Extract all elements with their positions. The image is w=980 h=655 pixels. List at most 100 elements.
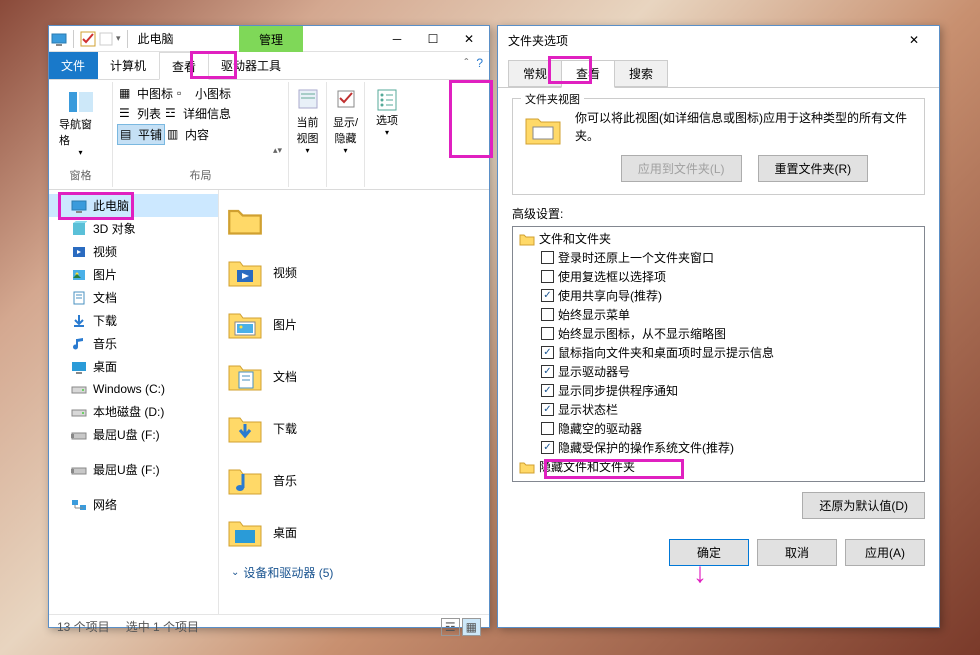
checkbox-checked-icon[interactable]: ✓ [541,365,554,378]
folder-item-picture[interactable]: 图片 [223,298,485,350]
ok-button[interactable]: 确定 [669,539,749,566]
video-icon [71,244,87,260]
tree-item-drive[interactable]: Windows (C:) [49,378,218,400]
folder-view-group: 文件夹视图 你可以将此视图(如详细信息或图标)应用于这种类型的所有文件夹。 应用… [512,98,925,195]
list-btn[interactable]: ☰列表 [117,104,163,123]
setting-item[interactable]: ✓ 显示同步提供程序通知 [515,381,922,400]
setting-item[interactable]: ✓ 鼠标指向文件夹和桌面项时显示提示信息 [515,343,922,362]
medium-icons-btn[interactable]: ▦中图标 [117,84,175,103]
tree-item-network[interactable]: 网络 [49,493,218,516]
checkbox-checked-icon[interactable]: ✓ [541,403,554,416]
folder-item-video[interactable]: 视频 [223,246,485,298]
checkbox-checked-icon[interactable]: ✓ [541,346,554,359]
dlg-tab-view[interactable]: 查看 [561,60,615,88]
help-icon[interactable]: ? [476,56,483,70]
blank-icon[interactable] [98,31,114,47]
apply-button[interactable]: 应用(A) [845,539,925,566]
tree-item-drive[interactable]: 本地磁盘 (D:) [49,400,218,423]
setting-item[interactable]: ✓使用共享向导(推荐) [515,286,922,305]
statusbar: 13 个项目 选中 1 个项目 ☲ ▦ [49,614,489,638]
tree-item-document[interactable]: 文档 [49,286,218,309]
tree-item-desktop[interactable]: 桌面 [49,355,218,378]
tree-item-music[interactable]: 音乐 [49,332,218,355]
folder-item[interactable] [223,194,485,246]
cancel-button[interactable]: 取消 [757,539,837,566]
restore-defaults-button[interactable]: 还原为默认值(D) [802,492,925,519]
item-count: 13 个项目 [57,618,110,635]
checkbox-checked-icon[interactable]: ✓ [541,289,554,302]
tree-item-usb[interactable]: 最屈U盘 (F:) [49,458,218,481]
tree-item-label: 视频 [93,243,117,260]
large-view-icon[interactable]: ▦ [462,618,481,636]
checkbox-unchecked-icon[interactable] [541,270,554,283]
checkbox-unchecked-icon[interactable] [541,422,554,435]
tree-item-usb[interactable]: 最屈U盘 (F:) [49,423,218,446]
setting-item[interactable]: 始终显示图标，从不显示缩略图 [515,324,922,343]
folder-item-music[interactable]: 音乐 [223,454,485,506]
minimize-button[interactable]: ─ [379,27,415,51]
nav-pane-button[interactable]: 导航窗格 ▾ [53,84,108,161]
manage-tab[interactable]: 管理 [239,26,303,52]
tree-item-3d[interactable]: 3D 对象 [49,217,218,240]
setting-item[interactable]: ✓ 隐藏受保护的操作系统文件(推荐) [515,438,922,457]
setting-item[interactable]: 使用复选框以选择项 [515,267,922,286]
dropdown-icon[interactable]: ▾ [116,33,121,44]
show-hide-button[interactable] [331,84,360,114]
folder-list[interactable]: 视频图片文档下载音乐桌面⌄ 设备和驱动器 (5) [219,190,489,614]
apply-to-folders-button[interactable]: 应用到文件夹(L) [621,155,742,182]
download-icon [227,410,263,446]
tree-item-label: 下载 [93,312,117,329]
checkbox-unchecked-icon[interactable] [541,251,554,264]
reset-folders-button[interactable]: 重置文件夹(R) [758,155,869,182]
checkbox-unchecked-icon[interactable] [541,327,554,340]
folder-item-desktop[interactable]: 桌面 [223,506,485,558]
setting-item[interactable]: 文件和文件夹 [515,229,922,248]
devices-section-header[interactable]: ⌄ 设备和驱动器 (5) [223,558,485,587]
tree-item-video[interactable]: 视频 [49,240,218,263]
ribbon-collapse-icon[interactable]: ˆ [464,56,468,70]
folder-item-document[interactable]: 文档 [223,350,485,402]
content-btn[interactable]: ▥内容 [165,124,211,145]
setting-item[interactable]: 隐藏空的驱动器 [515,419,922,438]
setting-item[interactable]: ✓显示驱动器号 [515,362,922,381]
setting-item[interactable]: 隐藏文件和文件夹 [515,457,922,476]
details-btn[interactable]: ☲详细信息 [163,104,233,123]
download-icon [71,313,87,329]
options-label: 选项 [376,112,398,128]
details-view-icon[interactable]: ☲ [441,618,460,636]
maximize-button[interactable]: ☐ [415,27,451,51]
current-view-button[interactable] [293,84,322,114]
tab-computer[interactable]: 计算机 [98,52,159,79]
small-icons-btn[interactable]: ▫小图标 [175,84,233,103]
options-button[interactable]: 选项 ▾ [369,84,405,141]
explorer-window: ▾ 此电脑 ─ ☐ ✕ 管理 文件 计算机 查看 驱动器工具 ˆ ? 导航窗格 … [48,25,490,628]
tiles-btn[interactable]: ▤平铺 [117,124,165,145]
tree-item-download[interactable]: 下载 [49,309,218,332]
setting-label: 显示同步提供程序通知 [558,382,678,399]
checkbox-checked-icon[interactable]: ✓ [541,384,554,397]
checkbox-checked-icon[interactable]: ✓ [541,441,554,454]
dialog-close-button[interactable]: ✕ [899,28,929,52]
advanced-settings-list[interactable]: 文件和文件夹登录时还原上一个文件夹窗口使用复选框以选择项✓使用共享向导(推荐)始… [512,226,925,482]
tab-file[interactable]: 文件 [49,52,98,79]
tree-item-picture[interactable]: 图片 [49,263,218,286]
current-view-label: 当前视图 [293,114,322,146]
dlg-tab-search[interactable]: 搜索 [614,60,668,87]
tree-item-label: 网络 [93,496,117,513]
nav-pane-label: 导航窗格 [59,116,102,148]
tab-view[interactable]: 查看 [159,52,209,80]
tree-item-pc[interactable]: 此电脑 [49,194,218,217]
setting-item[interactable]: 始终显示菜单 [515,305,922,324]
checkbox-unchecked-icon[interactable] [541,308,554,321]
checkbox-icon[interactable] [80,31,96,47]
setting-label: 隐藏受保护的操作系统文件(推荐) [558,439,734,456]
dlg-tab-general[interactable]: 常规 [508,60,562,87]
setting-item[interactable]: 登录时还原上一个文件夹窗口 [515,248,922,267]
setting-label: 鼠标指向文件夹和桌面项时显示提示信息 [558,344,774,361]
setting-item[interactable]: ✓显示状态栏 [515,400,922,419]
tree-item-label: 最屈U盘 (F:) [93,426,160,443]
folder-item-download[interactable]: 下载 [223,402,485,454]
nav-tree[interactable]: 此电脑3D 对象视频图片文档下载音乐桌面Windows (C:)本地磁盘 (D:… [49,190,219,614]
close-button[interactable]: ✕ [451,27,487,51]
tab-drive-tools[interactable]: 驱动器工具 [209,52,294,79]
